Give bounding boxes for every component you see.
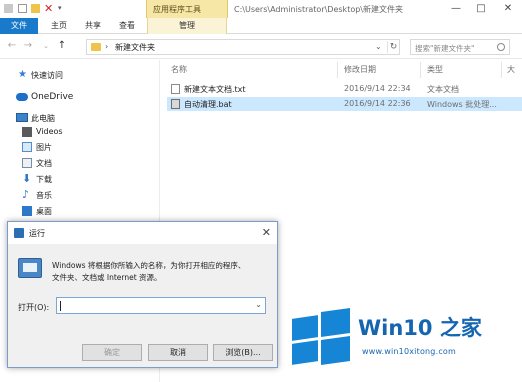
search-input[interactable]: 搜索"新建文件夹" [410,39,510,55]
sidebar-item-label: 快速访问 [31,71,63,80]
column-header-type[interactable]: 类型 [427,64,443,75]
refresh-button[interactable]: ↻ [387,41,399,53]
column-header-name[interactable]: 名称 [171,64,187,75]
tab-view[interactable]: 查看 [112,18,142,34]
up-button[interactable]: ↑ [56,40,68,52]
sidebar-item-downloads[interactable]: ⬇ 下载 [0,172,160,186]
address-dropdown-icon[interactable]: ⌄ [375,42,382,51]
sidebar-item-label: 桌面 [36,207,52,216]
column-divider[interactable] [337,62,338,78]
file-name: 自动清理.bat [184,100,232,109]
column-divider[interactable] [420,62,421,78]
sidebar-item-onedrive[interactable]: OneDrive [0,90,160,104]
run-dialog-titlebar[interactable]: 运行 ✕ [8,222,277,244]
watermark-brand: Win10 之家 [358,316,482,340]
open-label: 打开(O): [18,303,50,312]
file-type: 文本文档 [427,85,459,94]
new-folder-icon[interactable] [31,4,40,13]
watermark-url: www.win10xitong.com [362,347,457,356]
browse-button[interactable]: 浏览(B)... [213,344,273,361]
folder-icon [91,43,101,51]
videos-icon [22,127,32,137]
sidebar-item-label: OneDrive [31,92,74,102]
window-title: C:\Users\Administrator\Desktop\新建文件夹 [234,5,403,14]
sidebar-item-music[interactable]: ♪ 音乐 [0,188,160,202]
sidebar-item-pictures[interactable]: 图片 [0,140,160,154]
batch-file-icon [171,99,180,109]
run-description-line2: 文件夹、文档或 Internet 资源。 [52,273,162,282]
file-type: Windows 批处理... [427,100,497,109]
ok-button[interactable]: 确定 [82,344,142,361]
sidebar-item-desktop[interactable]: 桌面 [0,204,160,218]
address-bar[interactable]: › 新建文件夹 ⌄ ↻ [86,39,400,55]
maximize-button[interactable]: □ [473,2,489,16]
file-name: 新建文本文档.txt [184,85,246,94]
breadcrumb-current[interactable]: 新建文件夹 [115,42,155,53]
sidebar-item-label: 音乐 [36,191,52,200]
windows-logo-watermark [290,306,352,366]
run-description-line1: Windows 将根据你所输入的名称，为你打开相应的程序、 [52,261,246,270]
forward-button[interactable]: → [22,40,34,52]
file-date: 2016/9/14 22:36 [344,99,411,108]
search-icon [497,43,505,51]
run-program-icon [18,258,42,278]
recent-locations-icon[interactable]: ⌄ [40,40,52,52]
chevron-down-icon[interactable]: ⌄ [255,300,262,309]
music-icon: ♪ [22,188,30,201]
sidebar-item-documents[interactable]: 文档 [0,156,160,170]
qat-dropdown-icon[interactable]: ▾ [58,4,67,13]
run-dialog: 运行 ✕ Windows 将根据你所输入的名称，为你打开相应的程序、 文件夹、文… [7,221,278,368]
context-tab-label: 应用程序工具 [153,5,201,14]
cloud-icon [16,93,28,101]
file-row-selected[interactable]: 自动清理.bat 2016/9/14 22:36 Windows 批处理... [167,97,522,111]
run-close-button[interactable]: ✕ [262,226,271,239]
column-divider[interactable] [501,62,502,78]
desktop-icon [22,206,32,216]
cancel-button[interactable]: 取消 [148,344,208,361]
open-input[interactable]: ⌄ [56,297,266,314]
context-tab-header: 应用程序工具 [146,0,228,18]
properties-icon[interactable] [18,4,27,13]
tab-share[interactable]: 共享 [78,18,108,34]
breadcrumb-separator[interactable]: › [105,42,108,51]
pictures-icon [22,142,32,152]
text-caret [60,301,61,311]
text-file-icon [171,84,180,94]
computer-icon [16,113,28,122]
run-dialog-title: 运行 [29,229,45,238]
run-icon [14,228,24,238]
title-bar: ✕ ▾ 应用程序工具 C:\Users\Administrator\Deskto… [0,0,522,18]
sidebar-item-this-pc[interactable]: 此电脑 [0,111,160,125]
file-date: 2016/9/14 22:34 [344,84,411,93]
sidebar-item-videos[interactable]: Videos [0,125,160,139]
documents-icon [22,158,32,168]
sidebar-item-label: 此电脑 [31,114,55,123]
sidebar-item-label: 图片 [36,143,52,152]
back-button[interactable]: ← [6,40,18,52]
tab-manage[interactable]: 管理 [147,18,227,34]
minimize-button[interactable]: — [448,2,464,16]
sidebar-item-label: 下载 [36,175,52,184]
delete-icon[interactable]: ✕ [44,3,53,14]
column-header-date[interactable]: 修改日期 [344,64,376,75]
sidebar-item-label: 文档 [36,159,52,168]
downloads-icon: ⬇ [22,172,32,185]
column-header-size[interactable]: 大 [507,64,515,75]
tab-home[interactable]: 主页 [44,18,74,34]
save-icon[interactable] [4,4,13,13]
file-row[interactable]: 新建文本文档.txt 2016/9/14 22:34 文本文档 [167,82,522,96]
search-placeholder: 搜索"新建文件夹" [415,44,475,53]
ribbon-tabs: 文件 主页 共享 查看 管理 [0,18,522,34]
sidebar-item-quick-access[interactable]: ★ 快速访问 [0,68,160,82]
tab-file[interactable]: 文件 [0,18,38,34]
star-icon: ★ [18,69,27,80]
address-row: ← → ⌄ ↑ › 新建文件夹 ⌄ ↻ 搜索"新建文件夹" [0,35,522,59]
sidebar-item-label: Videos [36,127,63,136]
close-button[interactable]: ✕ [500,2,516,16]
